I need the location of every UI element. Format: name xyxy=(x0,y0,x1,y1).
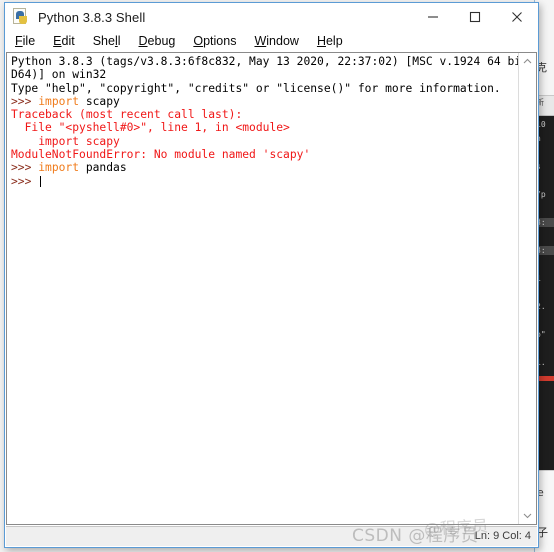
console-token-error: File "<pyshell#0>", line 1, in <module> xyxy=(11,121,290,135)
maximize-icon[interactable] xyxy=(454,3,496,31)
chevron-up-icon[interactable] xyxy=(519,53,536,70)
console-line: ModuleNotFoundError: No module named 'sc… xyxy=(11,148,516,161)
minimize-icon[interactable] xyxy=(412,3,454,31)
console-token-prompt: >>> xyxy=(11,94,39,108)
close-icon[interactable] xyxy=(496,3,538,31)
vertical-scrollbar[interactable] xyxy=(518,53,536,524)
console-line: Python 3.8.3 (tags/v3.8.3:6f8c832, May 1… xyxy=(11,55,518,68)
menubar[interactable]: File Edit Shell Debug Options Window Help xyxy=(5,31,538,52)
menu-item-shell[interactable]: Shell xyxy=(93,34,121,48)
console-line: >>> import scapy xyxy=(11,95,516,108)
cursor-position-indicator: Ln: 9 Col: 4 xyxy=(474,530,531,542)
menu-item-window[interactable]: Window xyxy=(254,34,298,48)
console-token-keyword: import xyxy=(38,94,80,108)
window-controls xyxy=(412,3,538,31)
statusbar: Ln: 9 Col: 4 xyxy=(6,526,537,546)
console-token-prompt: >>> xyxy=(11,161,39,175)
idle-python-icon xyxy=(12,8,30,26)
menu-item-edit[interactable]: Edit xyxy=(53,34,75,48)
console-token-plain: D64)] on win32 xyxy=(11,68,107,82)
screenshot-root: 克 新 10ns|/p:3:|3:|12.p":1. e 子 Python 3.… xyxy=(0,0,554,552)
titlebar[interactable]: Python 3.8.3 Shell xyxy=(5,3,538,31)
console-token-plain: scapy xyxy=(79,94,120,108)
console-line: >>> import pandas xyxy=(11,161,516,174)
console-line: File "<pyshell#0>", line 1, in <module> xyxy=(11,121,516,134)
shell-output[interactable]: Python 3.8.3 (tags/v3.8.3:6f8c832, May 1… xyxy=(7,53,518,524)
console-line: D64)] on win32 xyxy=(11,68,516,81)
menu-item-debug[interactable]: Debug xyxy=(139,34,176,48)
console-token-plain: Python 3.8.3 (tags/v3.8.3:6f8c832, May 1… xyxy=(11,55,518,68)
console-token-keyword: import xyxy=(38,161,80,175)
menu-item-help[interactable]: Help xyxy=(317,34,343,48)
console-token-error: import scapy xyxy=(11,134,120,148)
console-line: import scapy xyxy=(11,135,516,148)
text-cursor xyxy=(40,175,42,187)
console-area[interactable]: Python 3.8.3 (tags/v3.8.3:6f8c832, May 1… xyxy=(6,52,537,525)
console-token-plain: pandas xyxy=(79,161,127,175)
console-token-plain: Type "help", "copyright", "credits" or "… xyxy=(11,81,501,95)
menu-item-file[interactable]: File xyxy=(15,34,35,48)
chevron-down-icon[interactable] xyxy=(519,507,536,524)
scrollbar-track[interactable] xyxy=(519,70,536,507)
window-title: Python 3.8.3 Shell xyxy=(38,9,146,25)
console-token-error: ModuleNotFoundError: No module named 'sc… xyxy=(11,148,311,162)
python-idle-shell-window[interactable]: Python 3.8.3 Shell File Edit Shell Debug Opt… xyxy=(4,2,539,548)
console-token-error: Traceback (most recent call last): xyxy=(11,108,243,122)
console-line: >>> xyxy=(11,175,516,188)
console-token-prompt: >>> xyxy=(11,174,39,188)
menu-item-options[interactable]: Options xyxy=(193,34,236,48)
console-line: Traceback (most recent call last): xyxy=(11,108,516,121)
console-line: Type "help", "copyright", "credits" or "… xyxy=(11,82,516,95)
